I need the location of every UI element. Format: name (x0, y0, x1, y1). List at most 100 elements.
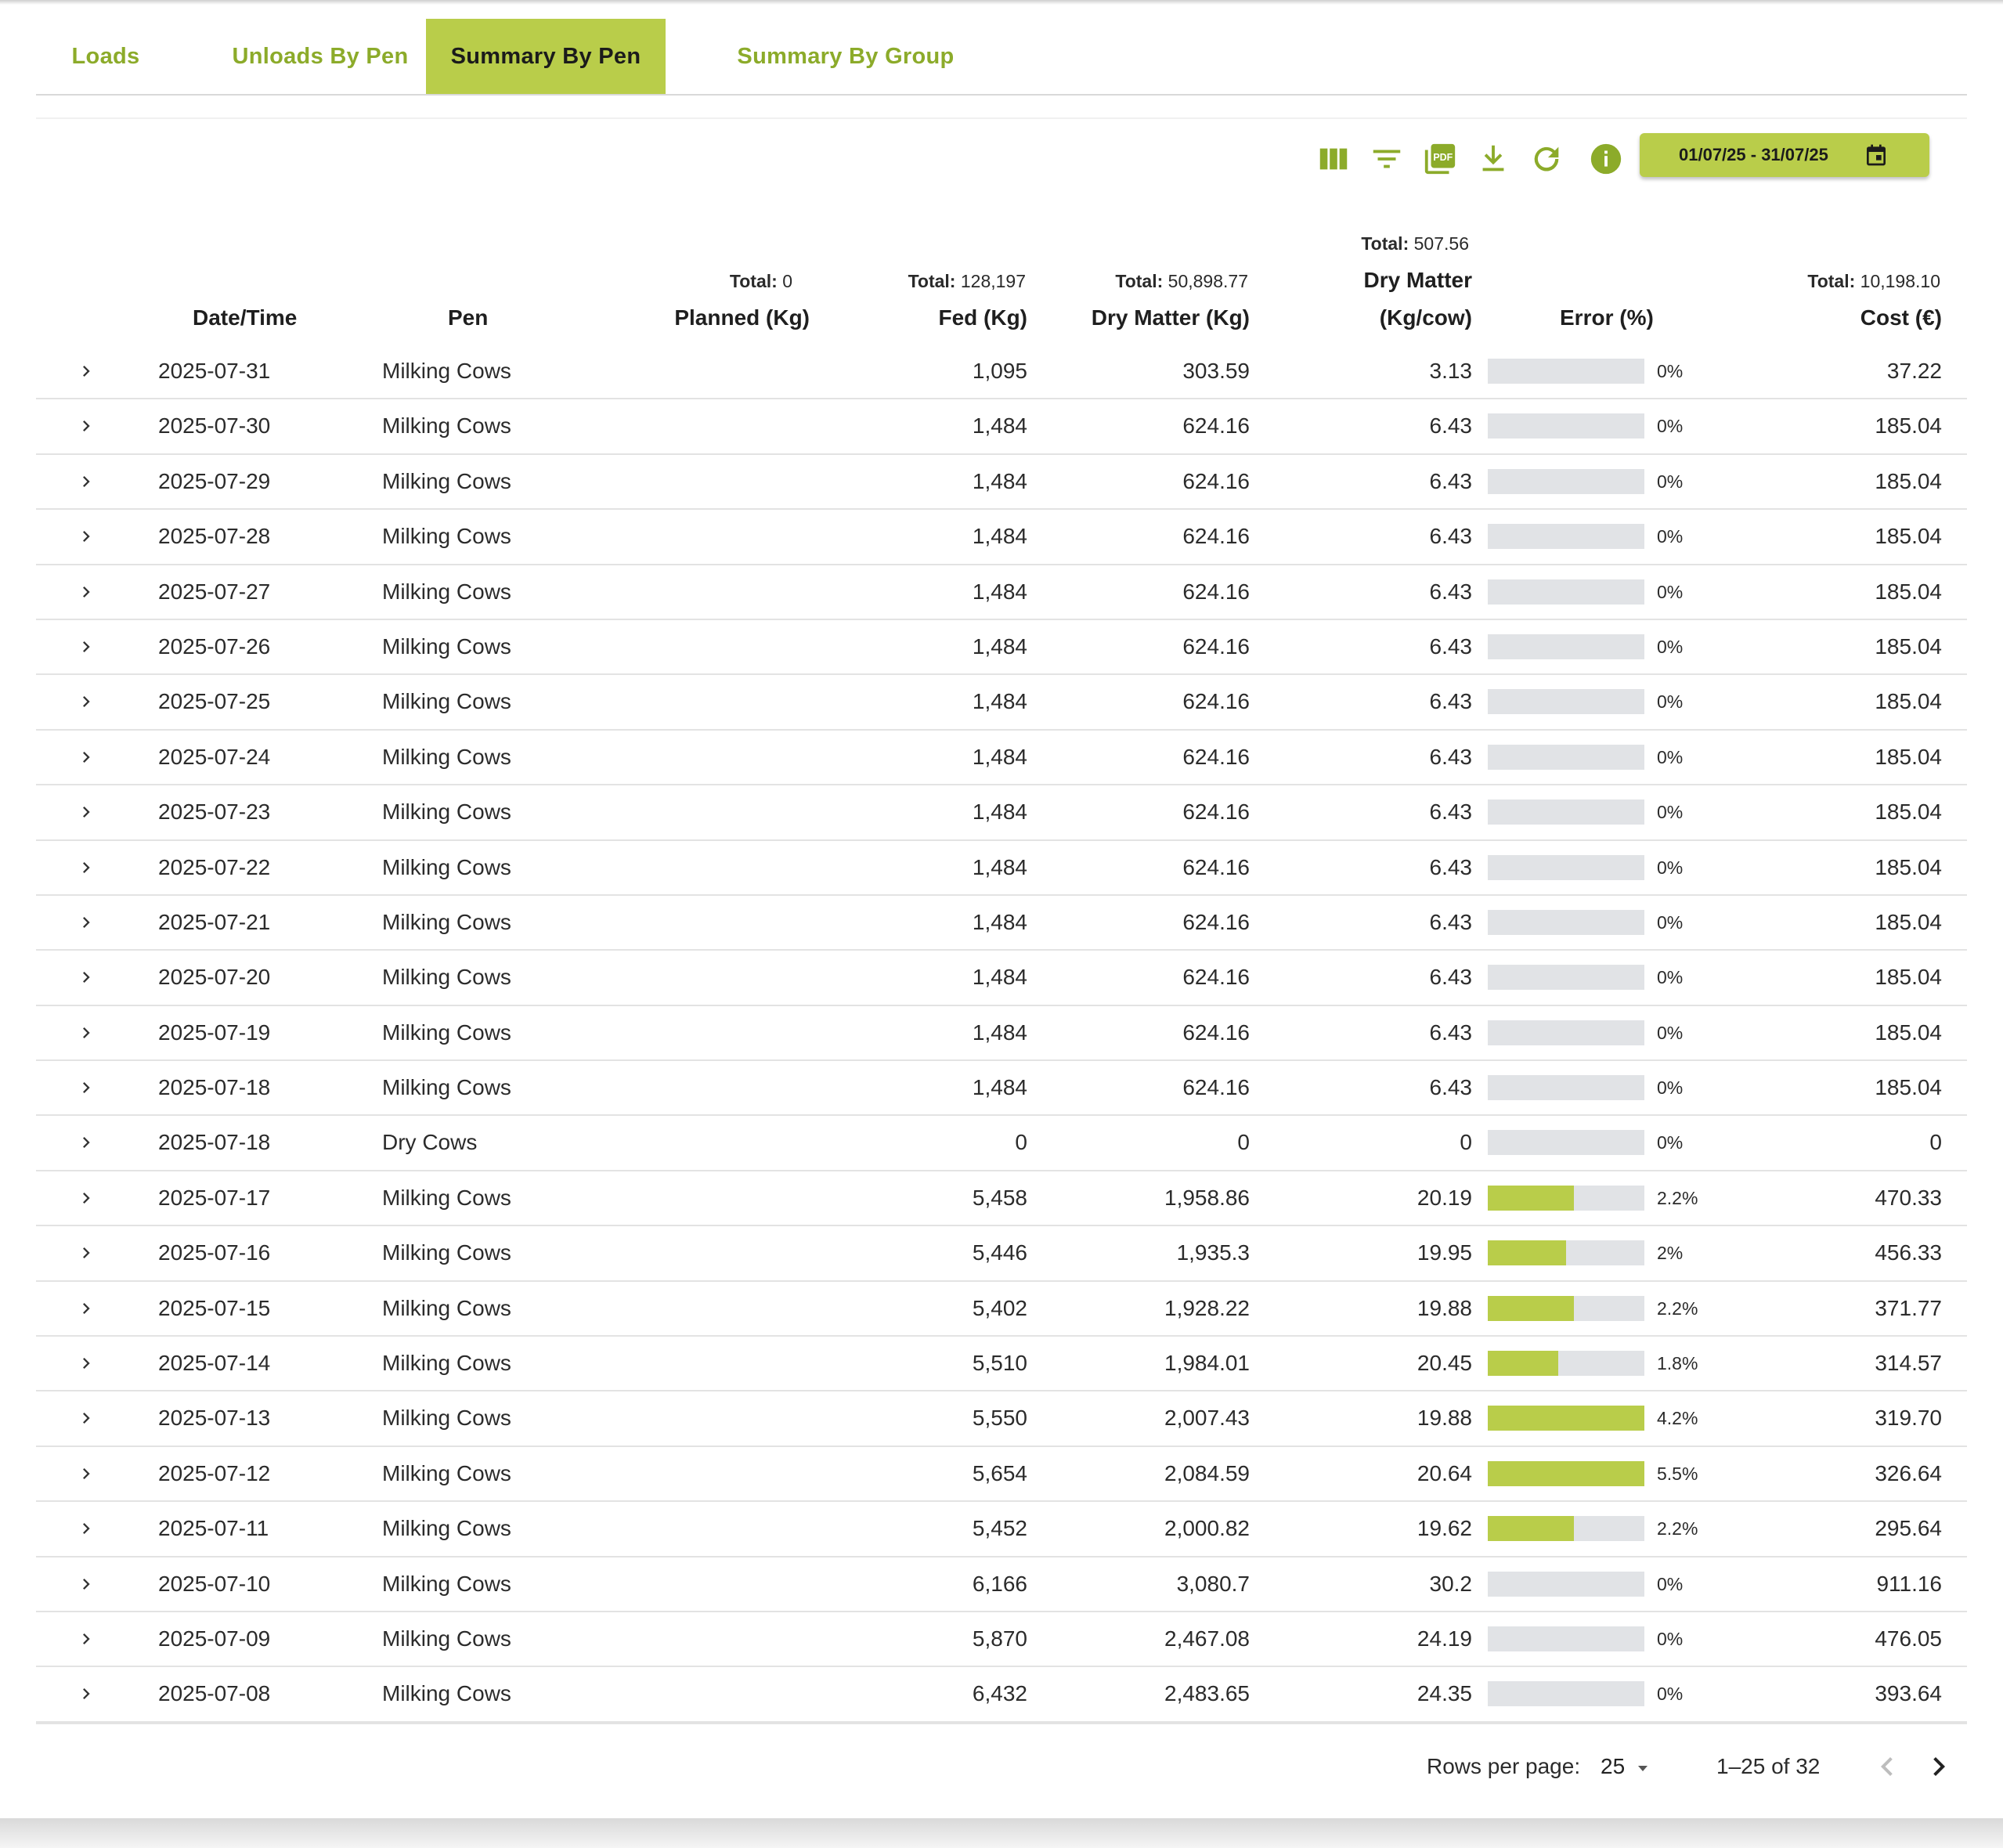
header-pen[interactable]: Pen (448, 305, 488, 330)
download-icon[interactable] (1475, 141, 1511, 177)
expand-row-button[interactable] (75, 1447, 106, 1500)
chevron-right-icon (83, 1578, 90, 1590)
table-row[interactable]: 2025-07-18 Dry Cows 0 0 0 0% 0 (36, 1116, 1967, 1171)
expand-row-button[interactable] (75, 1282, 106, 1335)
table-row[interactable]: 2025-07-31 Milking Cows 1,095 303.59 3.13 0% 3… (36, 345, 1967, 400)
chevron-right-icon (83, 1467, 90, 1479)
filter-icon[interactable] (1369, 141, 1405, 177)
cell-pen: Milking Cows (382, 413, 511, 439)
pdf-icon[interactable]: PDF (1422, 141, 1458, 177)
expand-row-button[interactable] (75, 1502, 106, 1555)
next-page-button[interactable] (1920, 1748, 1958, 1785)
table-row[interactable]: 2025-07-28 Milking Cows 1,484 624.16 6.43 0% 1… (36, 510, 1967, 565)
expand-row-button[interactable] (75, 565, 106, 619)
rows-per-page-select[interactable]: 25 (1601, 1748, 1663, 1787)
cell-dry-matter-per-cow: 24.35 (1417, 1681, 1472, 1706)
table-body: 2025-07-31 Milking Cows 1,095 303.59 3.13 0% 3… (36, 345, 1967, 1723)
cell-pen: Milking Cows (382, 468, 511, 493)
table-row[interactable]: 2025-07-26 Milking Cows 1,484 624.16 6.43 0% 1… (36, 620, 1967, 676)
expand-row-button[interactable] (75, 951, 106, 1004)
cell-date: 2025-07-22 (158, 854, 271, 879)
header-error[interactable]: Error (%) (1560, 305, 1654, 330)
cell-cost: 185.04 (1875, 1020, 1942, 1045)
table-row[interactable]: 2025-07-20 Milking Cows 1,484 624.16 6.43 0% 1… (36, 951, 1967, 1006)
expand-row-button[interactable] (75, 345, 106, 398)
expand-row-button[interactable] (75, 896, 106, 949)
expand-row-button[interactable] (75, 510, 106, 563)
expand-row-button[interactable] (75, 399, 106, 453)
cell-date: 2025-07-18 (158, 1130, 271, 1155)
table-row[interactable]: 2025-07-27 Milking Cows 1,484 624.16 6.43 0% 1… (36, 565, 1967, 620)
table-row[interactable]: 2025-07-09 Milking Cows 5,870 2,467.08 24.19… (36, 1612, 1967, 1668)
expand-row-button[interactable] (75, 1337, 106, 1390)
tab-loads[interactable]: Loads (36, 19, 175, 94)
table-row[interactable]: 2025-07-10 Milking Cows 6,166 3,080.7 30.2 0%… (36, 1557, 1967, 1612)
tab-summary-by-group[interactable]: Summary By Group (689, 19, 1002, 94)
table-row[interactable]: 2025-07-23 Milking Cows 1,484 624.16 6.43 0% 1… (36, 785, 1967, 841)
previous-page-button[interactable] (1868, 1748, 1906, 1785)
refresh-icon[interactable] (1528, 141, 1565, 177)
cell-dry-matter-per-cow: 6.43 (1429, 524, 1473, 549)
error-bar-track (1488, 799, 1644, 825)
table-row[interactable]: 2025-07-12 Milking Cows 5,654 2,084.59 20.64… (36, 1447, 1967, 1503)
pdf-badge-text: PDF (1433, 152, 1453, 163)
expand-row-button[interactable] (75, 675, 106, 728)
cell-error: 0% (1488, 951, 1723, 1004)
expand-row-button[interactable] (75, 1006, 106, 1059)
table-row[interactable]: 2025-07-30 Milking Cows 1,484 624.16 6.43 0% 1… (36, 399, 1967, 455)
cell-pen: Milking Cows (382, 854, 511, 879)
date-range-picker[interactable]: 01/07/25 - 31/07/25 (1640, 133, 1929, 177)
header-dry-matter-per-cow-line1[interactable]: Dry Matter (1364, 268, 1472, 293)
table-row[interactable]: 2025-07-21 Milking Cows 1,484 624.16 6.43 0% 1… (36, 896, 1967, 951)
table-row[interactable]: 2025-07-17 Milking Cows 5,458 1,958.86 20.19… (36, 1171, 1967, 1227)
table-row[interactable]: 2025-07-22 Milking Cows 1,484 624.16 6.43 0% 1… (36, 841, 1967, 896)
table-row[interactable]: 2025-07-24 Milking Cows 1,484 624.16 6.43 0% 1… (36, 731, 1967, 786)
expand-row-button[interactable] (75, 841, 106, 894)
header-dry-matter[interactable]: Dry Matter (Kg) (1092, 305, 1250, 330)
table-row[interactable]: 2025-07-16 Milking Cows 5,446 1,935.3 19.95 2… (36, 1226, 1967, 1282)
header-date[interactable]: Date/Time (193, 305, 297, 330)
cell-date: 2025-07-19 (158, 1020, 271, 1045)
header-fed[interactable]: Fed (Kg) (938, 305, 1027, 330)
expand-row-button[interactable] (75, 1226, 106, 1280)
chevron-right-icon (83, 861, 90, 873)
table-row[interactable]: 2025-07-18 Milking Cows 1,484 624.16 6.43 0% 1… (36, 1061, 1967, 1117)
table-row[interactable]: 2025-07-14 Milking Cows 5,510 1,984.01 20.45… (36, 1337, 1967, 1392)
table-row[interactable]: 2025-07-13 Milking Cows 5,550 2,007.43 19.88… (36, 1391, 1967, 1447)
info-icon[interactable] (1588, 141, 1624, 177)
chevron-left-icon (1881, 1757, 1893, 1776)
expand-row-button[interactable] (75, 785, 106, 839)
cell-pen: Milking Cows (382, 1185, 511, 1210)
table-row[interactable]: 2025-07-15 Milking Cows 5,402 1,928.22 19.88… (36, 1282, 1967, 1337)
table-row[interactable]: 2025-07-29 Milking Cows 1,484 624.16 6.43 0% 1… (36, 455, 1967, 511)
expand-row-button[interactable] (75, 455, 106, 508)
table-row[interactable]: 2025-07-08 Milking Cows 6,432 2,483.65 24.35… (36, 1667, 1967, 1723)
tab-unloads-by-pen[interactable]: Unloads By Pen (191, 19, 449, 94)
cell-fed: 1,484 (972, 854, 1027, 879)
columns-icon[interactable] (1315, 141, 1352, 177)
expand-row-button[interactable] (75, 1116, 106, 1169)
cell-pen: Milking Cows (382, 1295, 511, 1320)
cell-cost: 185.04 (1875, 579, 1942, 604)
cell-pen: Milking Cows (382, 1460, 511, 1485)
expand-row-button[interactable] (75, 1391, 106, 1445)
expand-row-button[interactable] (75, 1171, 106, 1225)
header-planned[interactable]: Planned (Kg) (674, 305, 810, 330)
error-bar-fill (1488, 1460, 1644, 1486)
expand-row-button[interactable] (75, 1061, 106, 1114)
error-percent: 2.2% (1657, 1518, 1698, 1539)
expand-row-button[interactable] (75, 620, 106, 673)
table-row[interactable]: 2025-07-19 Milking Cows 1,484 624.16 6.43 0% 1… (36, 1006, 1967, 1062)
cell-cost: 0 (1929, 1130, 1942, 1155)
header-cost[interactable]: Cost (€) (1860, 305, 1942, 330)
expand-row-button[interactable] (75, 731, 106, 784)
error-bar-fill (1488, 1406, 1644, 1431)
error-bar-track (1488, 579, 1644, 605)
header-dry-matter-per-cow-line2[interactable]: (Kg/cow) (1380, 305, 1472, 330)
table-row[interactable]: 2025-07-11 Milking Cows 5,452 2,000.82 19.62… (36, 1502, 1967, 1557)
expand-row-button[interactable] (75, 1612, 106, 1666)
expand-row-button[interactable] (75, 1667, 106, 1720)
tab-summary-by-pen[interactable]: Summary By Pen (426, 19, 666, 94)
table-row[interactable]: 2025-07-25 Milking Cows 1,484 624.16 6.43 0% 1… (36, 675, 1967, 731)
expand-row-button[interactable] (75, 1557, 106, 1611)
